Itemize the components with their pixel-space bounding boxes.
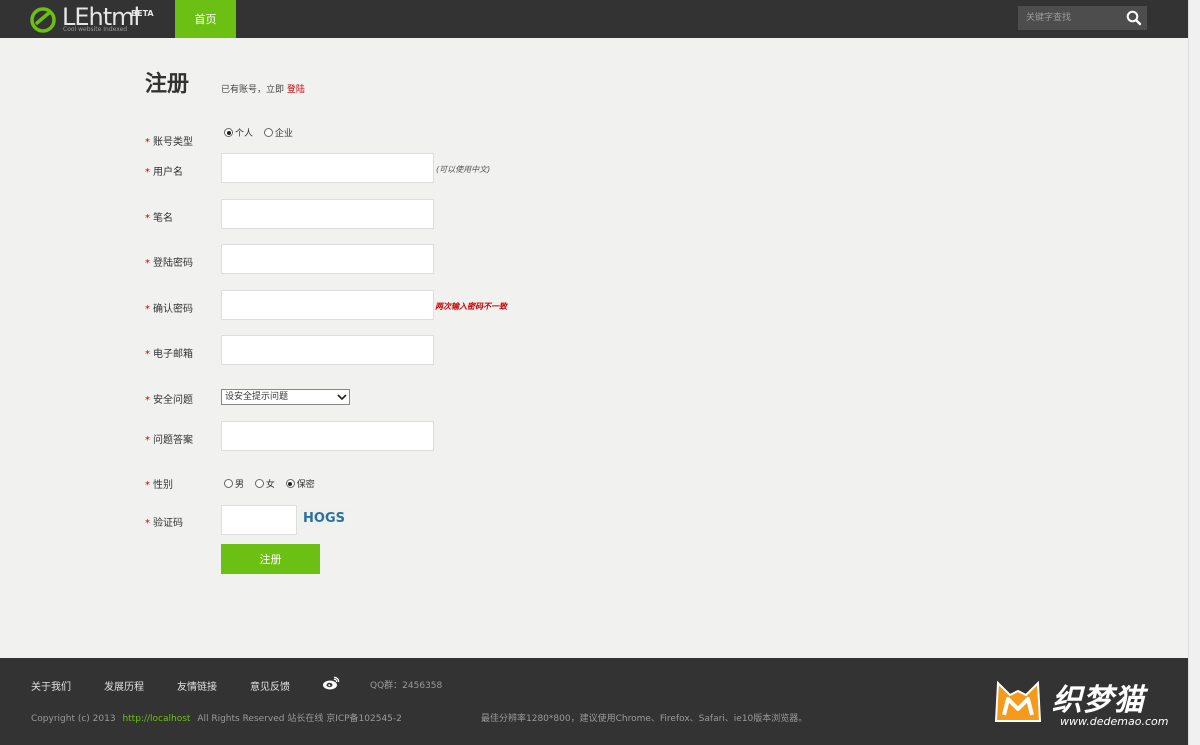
copyright-prefix: Copyright (c) 2013 bbox=[31, 714, 116, 724]
penname-label: * 笔名 bbox=[145, 213, 173, 224]
gender-radio-group: 男 女 保密 bbox=[224, 477, 323, 490]
login-hint-text: 已有账号，立即 bbox=[221, 85, 285, 95]
answer-label: * 问题答案 bbox=[145, 435, 193, 446]
account-type-company-radio[interactable] bbox=[263, 128, 273, 137]
search-box bbox=[1018, 6, 1147, 30]
watermark-cat-logo-icon bbox=[994, 680, 1042, 722]
account-type-radio-group: 个人 企业 bbox=[224, 126, 301, 139]
password-label: * 登陆密码 bbox=[145, 258, 193, 269]
email-label: * 电子邮箱 bbox=[145, 349, 193, 360]
gender-label: * 性别 bbox=[145, 480, 173, 491]
gender-male-radio[interactable] bbox=[224, 479, 233, 488]
username-label: * 用户名 bbox=[145, 167, 183, 178]
username-input[interactable] bbox=[221, 153, 434, 183]
gender-secret-label: 保密 bbox=[296, 480, 315, 490]
answer-input[interactable] bbox=[221, 421, 434, 451]
password-input[interactable] bbox=[221, 244, 434, 274]
copyright-suffix: All Rights Reserved 站长在线 京ICP备102545-2 bbox=[197, 714, 402, 724]
browser-recommendation: 最佳分辨率1280*800，建议使用Chrome、Firefox、Safari、… bbox=[481, 714, 808, 724]
account-type-personal-label: 个人 bbox=[235, 129, 254, 139]
password-mismatch-error: 两次输入密码不一致 bbox=[435, 302, 507, 311]
login-link[interactable]: 登陆 bbox=[287, 85, 305, 95]
account-type-label: * 账号类型 bbox=[145, 137, 193, 148]
top-navbar: LEhtml BETA Cool website Indexed 首页 bbox=[0, 0, 1188, 38]
required-mark: * bbox=[145, 137, 150, 148]
captcha-image[interactable]: HOGS bbox=[299, 509, 349, 529]
security-question-value: 设安全提示问题 bbox=[225, 392, 289, 402]
footer-link-history[interactable]: 发展历程 bbox=[104, 678, 144, 693]
captcha-label: * 验证码 bbox=[145, 518, 183, 529]
login-hint: 已有账号，立即 登陆 bbox=[221, 82, 305, 95]
footer-link-feedback[interactable]: 意见反馈 bbox=[250, 678, 290, 693]
email-input[interactable] bbox=[221, 335, 434, 365]
penname-input[interactable] bbox=[221, 199, 434, 229]
footer-link-friends[interactable]: 友情链接 bbox=[177, 678, 217, 693]
security-question-label: * 安全问题 bbox=[145, 395, 193, 406]
qq-group: QQ群：2456358 bbox=[370, 681, 443, 691]
page-title: 注册 bbox=[145, 72, 190, 97]
confirm-password-label: * 确认密码 bbox=[145, 304, 193, 315]
captcha-input[interactable] bbox=[221, 505, 297, 535]
vertical-scrollbar[interactable] bbox=[1188, 0, 1200, 745]
username-hint: (可以使用中文) bbox=[436, 165, 491, 174]
watermark-url: www.dedemao.com bbox=[1060, 715, 1169, 728]
logo-beta-badge: BETA bbox=[131, 9, 154, 18]
account-type-personal-radio[interactable] bbox=[224, 128, 233, 137]
watermark: 织梦猫 www.dedemao.com bbox=[990, 675, 1182, 731]
search-input[interactable] bbox=[1018, 6, 1122, 30]
security-question-select[interactable]: 设安全提示问题 bbox=[221, 389, 350, 405]
copyright: Copyright (c) 2013 http://localhost All … bbox=[31, 711, 402, 724]
copyright-link[interactable]: http://localhost bbox=[122, 714, 190, 724]
gender-male-label: 男 bbox=[235, 480, 245, 490]
site-logo[interactable]: LEhtml BETA Cool website Indexed bbox=[30, 3, 160, 34]
confirm-password-input[interactable] bbox=[221, 290, 434, 320]
search-icon[interactable] bbox=[1125, 9, 1143, 27]
gender-secret-radio[interactable] bbox=[285, 479, 295, 488]
gender-female-label: 女 bbox=[265, 480, 275, 490]
watermark-name: 织梦猫 bbox=[1052, 683, 1145, 718]
gender-female-radio[interactable] bbox=[254, 479, 264, 488]
account-type-company-label: 企业 bbox=[274, 129, 293, 139]
nav-home-tab[interactable]: 首页 bbox=[175, 0, 236, 38]
footer-link-about[interactable]: 关于我们 bbox=[31, 678, 71, 693]
weibo-icon[interactable] bbox=[322, 676, 340, 690]
page-footer: 关于我们 发展历程 友情链接 意见反馈 QQ群：2456358 Copyrigh… bbox=[0, 658, 1188, 745]
logo-leaf-icon bbox=[30, 7, 56, 33]
chevron-down-icon bbox=[337, 394, 347, 401]
register-submit-button[interactable]: 注册 bbox=[221, 544, 320, 574]
logo-subtitle: Cool website Indexed bbox=[63, 26, 128, 33]
